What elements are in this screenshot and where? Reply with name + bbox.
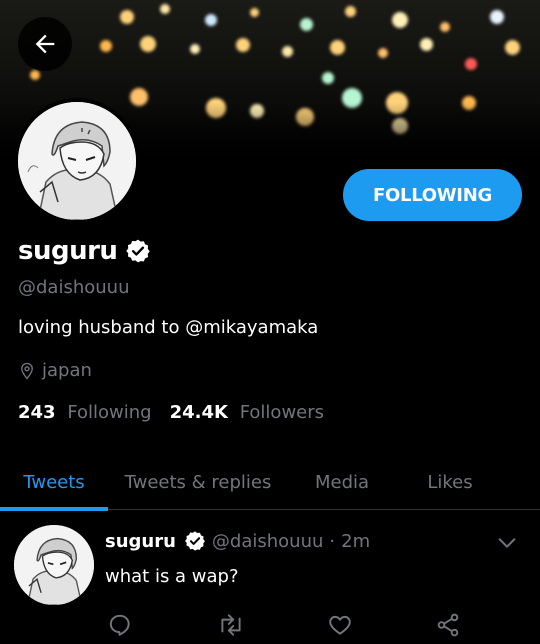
share-icon[interactable] bbox=[435, 612, 461, 638]
avatar-image bbox=[14, 525, 94, 605]
bokeh-light bbox=[100, 40, 112, 52]
profile-location: japan bbox=[18, 360, 92, 381]
bokeh-light bbox=[282, 46, 293, 57]
profile-tabs: Tweets Tweets & replies Media Likes bbox=[0, 455, 540, 511]
location-pin-icon bbox=[21, 362, 33, 380]
tweet-timestamp[interactable]: 2m bbox=[341, 531, 370, 552]
verified-badge-icon bbox=[126, 239, 151, 263]
tweet-separator: · bbox=[329, 530, 336, 552]
tweet-author-handle[interactable]: @daishouuu bbox=[212, 531, 323, 552]
followers-stat[interactable]: 24.4K Followers bbox=[170, 402, 324, 423]
following-label: Following bbox=[67, 402, 152, 423]
bokeh-light bbox=[322, 72, 334, 84]
heart-icon[interactable] bbox=[327, 612, 353, 638]
following-count: 243 bbox=[18, 402, 56, 423]
location-text: japan bbox=[42, 360, 92, 381]
bokeh-light bbox=[160, 4, 170, 14]
tweet-avatar[interactable] bbox=[14, 525, 94, 605]
tab-likes[interactable]: Likes bbox=[396, 455, 504, 510]
display-name: suguru bbox=[18, 236, 118, 266]
bokeh-light bbox=[236, 38, 250, 52]
profile-avatar[interactable] bbox=[14, 98, 140, 224]
followers-count: 24.4K bbox=[169, 402, 228, 423]
bokeh-light bbox=[250, 8, 259, 17]
bokeh-light bbox=[490, 10, 504, 24]
verified-badge-icon bbox=[185, 531, 205, 551]
arrow-left-icon bbox=[35, 34, 55, 54]
bokeh-light bbox=[205, 14, 217, 26]
bokeh-light bbox=[345, 6, 356, 17]
tab-tweets-and-replies[interactable]: Tweets & replies bbox=[108, 455, 288, 510]
bokeh-light bbox=[378, 48, 388, 58]
bokeh-light bbox=[190, 44, 200, 54]
bokeh-light bbox=[300, 18, 313, 31]
bokeh-light bbox=[392, 12, 408, 28]
profile-handle: @daishouuu bbox=[18, 277, 130, 298]
reply-icon[interactable] bbox=[107, 612, 133, 638]
tweet-header: suguru @daishouuu · 2m bbox=[105, 530, 370, 552]
bokeh-light bbox=[440, 22, 450, 32]
profile-name-row: suguru bbox=[18, 236, 151, 266]
following-button[interactable]: FOLLOWING bbox=[343, 169, 522, 221]
profile-bio: loving husband to @mikayamaka bbox=[18, 317, 319, 338]
tab-media[interactable]: Media bbox=[288, 455, 396, 510]
back-button[interactable] bbox=[18, 17, 72, 71]
followers-label: Followers bbox=[239, 402, 325, 423]
bokeh-light bbox=[330, 40, 345, 55]
bokeh-light bbox=[120, 10, 134, 24]
profile-stats: 243 Following 24.4K Followers bbox=[18, 402, 342, 423]
bokeh-light bbox=[465, 58, 477, 70]
chevron-down-icon[interactable] bbox=[496, 532, 518, 554]
bokeh-light bbox=[140, 36, 156, 52]
bokeh-light bbox=[420, 38, 433, 51]
following-stat[interactable]: 243 Following bbox=[18, 402, 152, 423]
tweet-actions bbox=[105, 612, 485, 640]
tab-tweets[interactable]: Tweets bbox=[0, 455, 108, 511]
retweet-icon[interactable] bbox=[217, 612, 245, 638]
tweet-author-name[interactable]: suguru bbox=[105, 531, 176, 552]
bokeh-light bbox=[30, 70, 40, 80]
bokeh-light bbox=[505, 40, 520, 55]
tweet-text: what is a wap? bbox=[105, 566, 239, 587]
avatar-image bbox=[18, 102, 136, 220]
